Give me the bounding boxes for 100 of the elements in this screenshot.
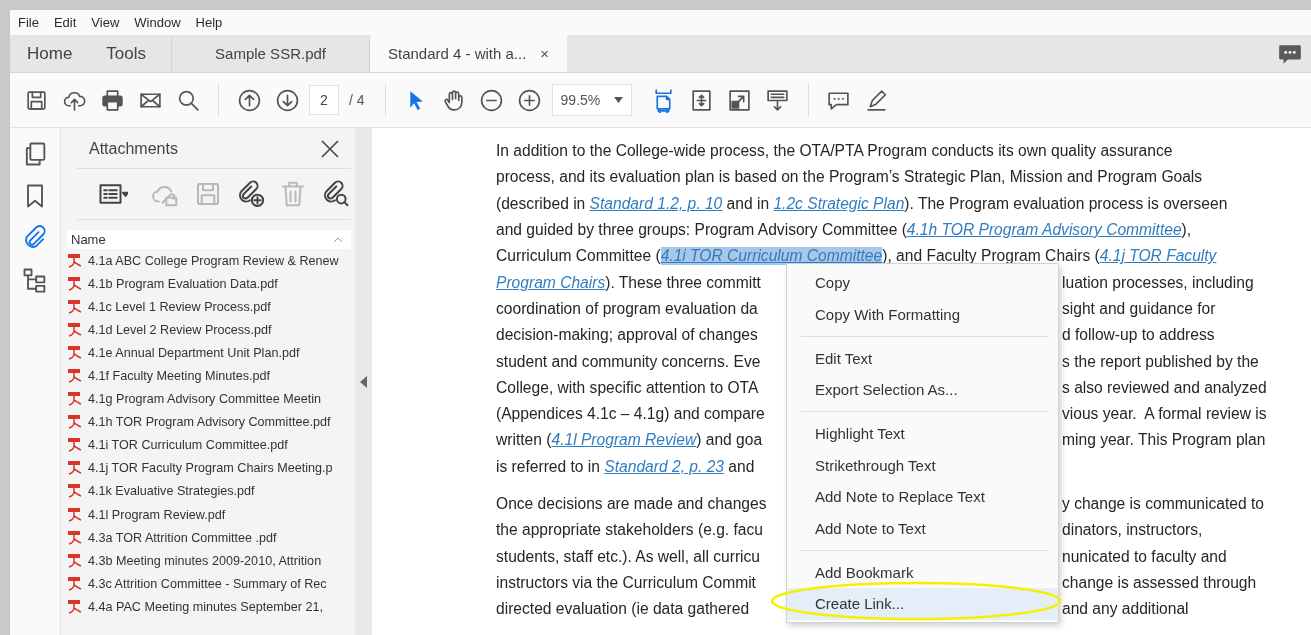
document-link[interactable]: 4.1l Program Review [551, 431, 697, 450]
context-menu-item[interactable]: Edit Text [787, 342, 1058, 374]
attachment-item[interactable]: 4.3c Attrition Committee - Summary of Rec [67, 572, 327, 596]
document-text: directed evaluation (ie data gathered [496, 600, 750, 619]
document-text: College, with specific attention to OTA [496, 378, 759, 397]
attachment-item[interactable]: 4.1f Faculty Meeting Minutes.pdf [67, 364, 270, 388]
pdf-file-icon [67, 552, 83, 569]
pdf-file-icon [67, 368, 83, 384]
document-text: and guided by three groups: Program Advisory Committee ( [496, 221, 907, 240]
attachment-item[interactable]: 4.1a ABC College Program Review & Renew [67, 249, 339, 273]
document-text: (described in [496, 194, 587, 213]
document-text: Once decisions are made and changes [496, 495, 767, 513]
context-menu-item[interactable]: Create Link... [787, 588, 1058, 620]
document-text: change is assessed through [1062, 573, 1257, 592]
document-text: coordination of program evaluation da [496, 299, 758, 318]
document-text: dinators, instructors, [1062, 521, 1203, 540]
document-text: the appropriate stakeholders (e.g. facu [496, 521, 763, 540]
document-text: vious year. A formal review is [1062, 405, 1267, 424]
document-text: (Appendices 4.1c – 4.1g) and compare [496, 405, 765, 424]
document-link[interactable]: Program Chairs [496, 273, 606, 292]
document-text: ). The Program evaluation process is overseen [904, 194, 1228, 213]
pdf-file-icon [67, 252, 83, 269]
attachment-item[interactable]: 4.1g Program Advisory Committee Meetin [67, 387, 322, 411]
pdf-file-icon [67, 575, 83, 592]
attachment-item[interactable]: 4.1k Evaluative Strategies.pdf [67, 479, 255, 504]
scroll-mode-icon [765, 87, 791, 113]
menu-item[interactable]: Help [195, 15, 223, 30]
arrow-up-icon [236, 87, 262, 113]
collapse-arrow-icon[interactable] [360, 375, 367, 388]
attachment-item[interactable]: 4.1i TOR Curriculum Committee.pdf [67, 433, 288, 457]
document-text: d follow-up to address [1062, 326, 1215, 345]
attachment-item[interactable]: 4.3b Meeting minutes 2009-2010, Attrition [67, 549, 322, 573]
pdf-file-icon [67, 483, 83, 500]
document-text: instructors via the Curriculum Commit [496, 573, 756, 592]
attachment-item[interactable]: 4.1b Program Evaluation Data.pdf [67, 272, 278, 296]
close-tab-icon[interactable]: × [540, 45, 550, 62]
zoom-out-icon [479, 87, 505, 113]
menu-item[interactable]: Edit [53, 15, 77, 30]
document-tab[interactable]: Standard 4 - with a... × [369, 35, 568, 72]
full-screen-icon [727, 87, 753, 113]
document-link[interactable]: 4.1h TOR Program Advisory Committee [906, 221, 1182, 240]
close-icon[interactable] [319, 138, 341, 160]
panel-title: Attachments [89, 140, 178, 158]
menu-item[interactable]: Window [134, 15, 181, 30]
print-icon [99, 87, 125, 113]
document-text: In addition to the College-wide process, the OTA/PTA Program conducts its own quality assurance [496, 142, 1173, 161]
attachment-item[interactable]: 4.1j TOR Faculty Program Chairs Meeting.p [67, 456, 333, 480]
attachment-item[interactable]: 4.1d Level 2 Review Process.pdf [67, 318, 272, 342]
attachment-item[interactable]: 4.3a TOR Attrition Committee .pdf [67, 526, 277, 550]
pdf-file-icon [67, 460, 83, 477]
document-text: Curriculum Committee ( [496, 247, 661, 266]
zoom-dropdown[interactable]: 99.5% [551, 84, 632, 116]
context-menu-item[interactable]: Copy [787, 267, 1058, 299]
pdf-file-icon [67, 344, 83, 361]
document-text: ming year. This Program plan [1062, 431, 1266, 450]
context-menu-item[interactable]: Strikethrough Text [787, 449, 1058, 481]
document-text: decision-making; approval of changes [496, 326, 758, 345]
context-menu-item[interactable]: Add Note to Replace Text [787, 481, 1058, 513]
context-menu-item[interactable]: Add Bookmark [787, 556, 1058, 588]
document-text: and in [725, 194, 771, 213]
document-text: ), [1181, 221, 1192, 240]
document-text: process, and its evaluation plan is based on the Program’s Strategic Plan, Mission and Program Goals [496, 168, 1203, 187]
pdf-file-icon [67, 275, 83, 292]
pdf-file-icon [67, 321, 83, 338]
context-menu-item[interactable]: Highlight Text [787, 418, 1058, 450]
sort-caret-icon [333, 236, 343, 243]
pdf-file-icon [67, 437, 83, 454]
document-text: sight and guidance for [1062, 299, 1216, 318]
document-text: ) and goa [696, 431, 763, 450]
menu-item[interactable]: File [18, 15, 39, 30]
attachment-item[interactable]: 4.1l Program Review.pdf [67, 503, 226, 527]
page-number-field[interactable]: 2 [309, 85, 339, 115]
attachment-item[interactable]: 4.1e Annual Department Unit Plan.pdf [67, 341, 300, 365]
context-menu-item[interactable]: Export Selection As... [787, 374, 1058, 406]
attachment-item[interactable]: 4.1c Level 1 Review Process.pdf [67, 295, 271, 319]
document-text: written ( [496, 431, 552, 450]
document-link[interactable]: Standard 1.2, p. 10 [589, 194, 723, 213]
document-text: s the report published by the [1062, 352, 1259, 371]
context-menu-item[interactable]: Copy With Formatting [787, 298, 1058, 330]
document-text: y change is communicated to [1062, 495, 1264, 513]
document-text: and any additional [1062, 600, 1189, 619]
pdf-file-icon [67, 414, 83, 431]
document-text: students, staff etc.). As well, all curricu [496, 547, 761, 566]
column-header[interactable]: Name [67, 230, 351, 249]
nav-tab[interactable]: Home [10, 35, 90, 72]
context-menu-item[interactable]: Add Note to Text [787, 512, 1058, 544]
menu-item[interactable]: View [91, 15, 120, 30]
page-count: / 4 [349, 92, 365, 108]
nav-tab[interactable]: Tools [89, 35, 164, 72]
attachment-item[interactable]: 4.1h TOR Program Advisory Committee.pdf [67, 410, 331, 434]
pdf-file-icon [67, 298, 83, 315]
attachment-item[interactable]: 4.4a PAC Meeting minutes September 21, [67, 595, 323, 619]
document-link[interactable]: Standard 2, p. 23 [604, 457, 724, 476]
zoom-in-icon [517, 87, 543, 113]
document-text: luation processes, including [1062, 273, 1254, 292]
document-link[interactable]: 4.1j TOR Faculty [1099, 247, 1217, 266]
pdf-file-icon [67, 391, 83, 408]
document-text: ), and Faculty Program Chairs ( [882, 247, 1100, 266]
document-text: is referred to in [496, 457, 601, 476]
document-text: s also reviewed and analyzed [1062, 378, 1267, 397]
